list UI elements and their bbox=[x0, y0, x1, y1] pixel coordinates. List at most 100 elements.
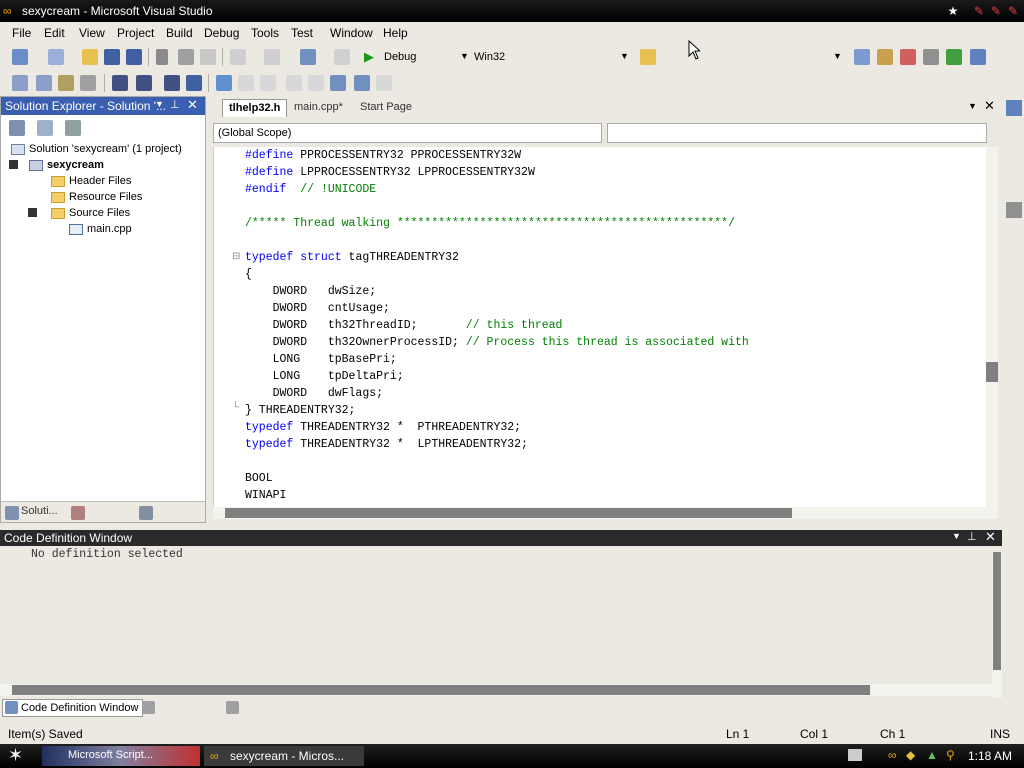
vertical-scrollbar[interactable] bbox=[992, 552, 1002, 700]
toolbox-icon[interactable] bbox=[1006, 202, 1022, 218]
menu-build[interactable]: Build bbox=[166, 26, 193, 40]
next-folder-bookmark-icon[interactable] bbox=[308, 75, 324, 91]
scroll-thumb[interactable] bbox=[225, 508, 792, 518]
paste-icon[interactable] bbox=[200, 49, 216, 65]
tree-item-resource-files[interactable]: Resource Files bbox=[51, 189, 142, 205]
tab-tlhelp32[interactable]: tlhelp32.h bbox=[222, 99, 288, 117]
properties-icon[interactable] bbox=[9, 120, 25, 136]
scope-dropdown[interactable]: (Global Scope) bbox=[213, 123, 602, 143]
resource-view-icon[interactable] bbox=[139, 506, 153, 520]
tree-item-solution[interactable]: Solution 'sexycream' (1 project) bbox=[11, 141, 182, 157]
tree-item-source-files[interactable]: Source Files bbox=[51, 205, 130, 221]
config-dropdown[interactable]: Debug bbox=[384, 51, 416, 63]
command-window-icon[interactable] bbox=[970, 49, 986, 65]
code-editor[interactable]: ⊟ └ #define PPROCESSENTRY32 PPROCESSENTR… bbox=[213, 147, 987, 507]
menu-view[interactable]: View bbox=[79, 26, 105, 40]
find-icon[interactable] bbox=[334, 49, 350, 65]
properties-icon[interactable] bbox=[877, 49, 893, 65]
server-explorer-icon[interactable] bbox=[1006, 100, 1022, 116]
scroll-thumb[interactable] bbox=[12, 685, 870, 695]
tray-icon[interactable]: ∞ bbox=[888, 748, 897, 762]
menu-tools[interactable]: Tools bbox=[251, 26, 279, 40]
find-in-files-icon[interactable] bbox=[640, 49, 656, 65]
view-class-diagram-icon[interactable] bbox=[65, 120, 81, 136]
comment-icon[interactable] bbox=[164, 75, 180, 91]
save-icon[interactable] bbox=[104, 49, 120, 65]
menu-edit[interactable]: Edit bbox=[44, 26, 65, 40]
chevron-down-icon[interactable]: ▼ bbox=[833, 51, 842, 61]
complete-word-icon[interactable] bbox=[80, 75, 96, 91]
menu-debug[interactable]: Debug bbox=[204, 26, 239, 40]
solution-explorer-icon[interactable] bbox=[854, 49, 870, 65]
collapse-icon[interactable] bbox=[9, 160, 18, 169]
member-list-icon[interactable] bbox=[12, 75, 28, 91]
vertical-scrollbar[interactable] bbox=[986, 147, 998, 507]
add-item-icon[interactable] bbox=[48, 49, 64, 65]
copy-icon[interactable] bbox=[178, 49, 194, 65]
uncomment-icon[interactable] bbox=[186, 75, 202, 91]
outline-collapse-icon[interactable]: ⊟ bbox=[232, 251, 240, 262]
collapse-icon[interactable] bbox=[28, 208, 37, 217]
quick-info-icon[interactable] bbox=[58, 75, 74, 91]
member-dropdown[interactable] bbox=[607, 123, 987, 143]
pin-icon[interactable]: ⊥ bbox=[967, 530, 977, 543]
tree-item-header-files[interactable]: Header Files bbox=[51, 173, 131, 189]
chevron-down-icon[interactable]: ▼ bbox=[620, 51, 629, 61]
keyboard-icon[interactable] bbox=[848, 749, 862, 761]
menu-file[interactable]: File bbox=[12, 26, 31, 40]
cut-icon[interactable] bbox=[156, 49, 168, 65]
maximize-button[interactable]: ✎ bbox=[987, 2, 1005, 20]
scroll-thumb[interactable] bbox=[986, 362, 998, 382]
call-browser-icon[interactable] bbox=[142, 701, 155, 714]
scroll-thumb[interactable] bbox=[993, 552, 1001, 670]
chevron-down-icon[interactable]: ▼ bbox=[968, 101, 977, 111]
start-debug-icon[interactable]: ▶ bbox=[364, 49, 374, 65]
shield-icon[interactable]: ◆ bbox=[906, 748, 915, 762]
parameter-info-icon[interactable] bbox=[36, 75, 52, 91]
minimize-button[interactable]: ✎ bbox=[970, 2, 988, 20]
close-icon[interactable]: ✕ bbox=[985, 529, 996, 545]
taskbar-button[interactable]: Microsoft Script... bbox=[42, 746, 200, 766]
prev-folder-bookmark-icon[interactable] bbox=[286, 75, 302, 91]
network-icon[interactable]: ▲ bbox=[926, 748, 938, 762]
class-view-icon[interactable] bbox=[71, 506, 85, 520]
menu-window[interactable]: Window bbox=[330, 26, 373, 40]
tab-main-cpp[interactable]: main.cpp* bbox=[288, 99, 349, 117]
pin-icon[interactable]: ⊥ bbox=[170, 98, 180, 111]
new-project-icon[interactable] bbox=[12, 49, 28, 65]
chevron-down-icon[interactable]: ▼ bbox=[460, 51, 469, 61]
chevron-down-icon[interactable]: ▼ bbox=[155, 99, 164, 109]
chevron-down-icon[interactable]: ▼ bbox=[952, 531, 961, 541]
tab-start-page[interactable]: Start Page bbox=[354, 99, 418, 117]
close-icon[interactable]: ✕ bbox=[187, 97, 198, 113]
tab-code-definition[interactable]: Code Definition Window bbox=[2, 699, 144, 717]
open-icon[interactable] bbox=[82, 49, 98, 65]
indent-icon[interactable] bbox=[136, 75, 152, 91]
prev-doc-bookmark-icon[interactable] bbox=[330, 75, 346, 91]
show-all-files-icon[interactable] bbox=[37, 120, 53, 136]
next-doc-bookmark-icon[interactable] bbox=[354, 75, 370, 91]
close-button[interactable]: ✎ bbox=[1004, 2, 1022, 20]
tree-item-main-cpp[interactable]: main.cpp bbox=[69, 221, 132, 237]
horizontal-scrollbar[interactable] bbox=[213, 507, 998, 519]
next-bookmark-icon[interactable] bbox=[260, 75, 276, 91]
navigate-icon[interactable] bbox=[300, 49, 316, 65]
start-page-icon[interactable] bbox=[946, 49, 962, 65]
menu-project[interactable]: Project bbox=[117, 26, 154, 40]
tree-item-project[interactable]: sexycream bbox=[29, 157, 104, 173]
toolbox-icon[interactable] bbox=[900, 49, 916, 65]
tools-icon[interactable] bbox=[923, 49, 939, 65]
close-icon[interactable]: ✕ bbox=[984, 98, 995, 114]
bookmark-icon[interactable] bbox=[216, 75, 232, 91]
output-icon[interactable] bbox=[226, 701, 239, 714]
start-button[interactable]: ✶ bbox=[8, 745, 23, 766]
pin-icon[interactable]: ★ bbox=[944, 2, 962, 20]
redo-icon[interactable] bbox=[264, 49, 280, 65]
outdent-icon[interactable] bbox=[112, 75, 128, 91]
menu-help[interactable]: Help bbox=[383, 26, 408, 40]
menu-test[interactable]: Test bbox=[291, 26, 313, 40]
search-icon[interactable]: ⚲ bbox=[946, 748, 955, 762]
prev-bookmark-icon[interactable] bbox=[238, 75, 254, 91]
platform-dropdown[interactable]: Win32 bbox=[474, 51, 505, 63]
taskbar-button[interactable]: ∞ sexycream - Micros... bbox=[204, 746, 364, 766]
